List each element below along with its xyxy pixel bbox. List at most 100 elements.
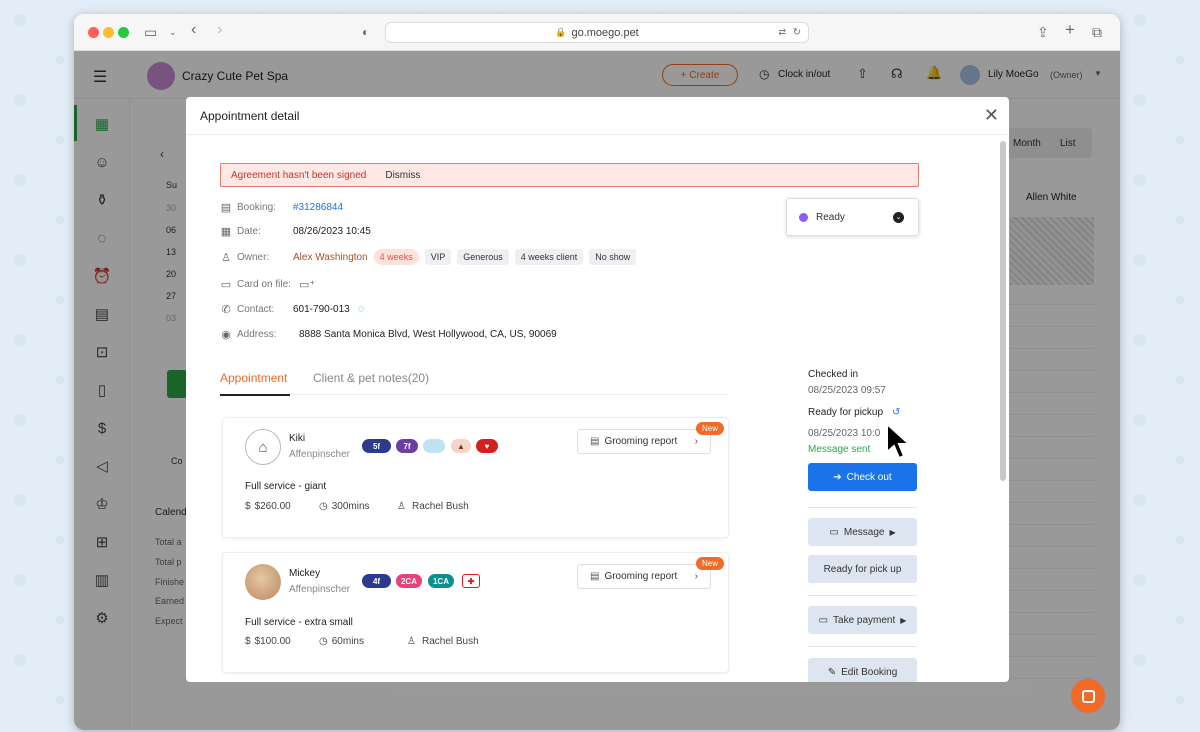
edit-booking-button[interactable]: ✎ Edit Booking — [808, 658, 917, 682]
new-badge: New — [696, 557, 724, 570]
report-icon: ▤ — [590, 571, 600, 582]
grooming-report-button[interactable]: ▤ Grooming report › — [577, 429, 711, 454]
dismiss-button[interactable]: Dismiss — [385, 170, 420, 181]
browser-toolbar: ▭ ⌄ ‹ › ◐ 🔒 go.moego.pet ⇄ ↻ ⇪ + ⧉ — [74, 14, 1120, 51]
service-staff: ♙ Rachel Bush — [397, 501, 469, 512]
service-price: $ $100.00 — [245, 636, 291, 647]
date-row: ▦ Date: 08/26/2023 10:45 — [220, 223, 371, 239]
zoom-window-button[interactable] — [118, 27, 129, 38]
pet-code-chip: 4f — [362, 574, 391, 588]
pet-name[interactable]: Mickey — [289, 568, 320, 579]
contact-label: Contact: — [237, 303, 275, 315]
poop-icon: ▲ — [451, 439, 471, 453]
grooming-report-label: Grooming report — [604, 436, 678, 447]
clock-icon: ◷ — [319, 501, 328, 512]
pet-name[interactable]: Kiki — [289, 433, 305, 444]
sidebar-toggle-icon[interactable]: ▭ — [144, 23, 157, 41]
pet-code-chip: 5f — [362, 439, 391, 453]
active-tab-underline — [220, 394, 290, 396]
price-value: $260.00 — [254, 501, 291, 512]
tab-appointment[interactable]: Appointment — [220, 371, 287, 385]
close-icon[interactable]: ✕ — [984, 106, 999, 124]
owner-name-link[interactable]: Alex Washington — [293, 252, 368, 263]
owner-label: Owner: — [237, 251, 270, 263]
alert-text: Agreement hasn't been signed — [231, 169, 367, 181]
app-root: ☰ Crazy Cute Pet Spa + Create ◷ Clock in… — [74, 51, 1120, 730]
chat-bubble-icon — [1081, 689, 1095, 703]
address-row: ◉ Address: 8888 Santa Monica Blvd, West … — [220, 326, 557, 342]
chevron-down-icon: ⌄ — [893, 211, 904, 223]
back-icon[interactable]: ‹ — [191, 21, 196, 39]
detail-tabs: Appointment Client & pet notes(20) — [220, 367, 728, 396]
support-chat-button[interactable] — [1071, 679, 1105, 713]
minimize-window-button[interactable] — [103, 27, 114, 38]
share-icon[interactable]: ⇪ — [1037, 23, 1049, 41]
staff-name: Rachel Bush — [421, 636, 479, 647]
booking-label: Booking: — [237, 201, 276, 213]
clock-icon: ◷ — [319, 636, 328, 647]
horizontal-scrollbar[interactable] — [394, 686, 1034, 692]
service-duration: ◷ 60mins — [319, 636, 364, 647]
pet-avatar: ⌂ — [245, 429, 281, 465]
pet-code-icon-chip — [423, 439, 445, 453]
browser-window: ▭ ⌄ ‹ › ◐ 🔒 go.moego.pet ⇄ ↻ ⇪ + ⧉ ☰ Cra… — [74, 14, 1120, 730]
owner-row: ♙ Owner: Alex Washington 4 weeks VIP Gen… — [220, 249, 637, 265]
duration-value: 60mins — [331, 636, 364, 647]
chevron-right-icon: › — [694, 571, 698, 582]
sign-out-icon: ➔ — [833, 471, 842, 483]
reload-icon[interactable]: ↻ — [793, 27, 801, 38]
tabs-overview-icon[interactable]: ⧉ — [1092, 23, 1102, 41]
add-card-icon[interactable]: ▭⁺ — [299, 278, 315, 291]
edit-icon: ✎ — [827, 666, 837, 678]
modal-scrollbar[interactable] — [1000, 141, 1006, 481]
modal-title: Appointment detail — [200, 108, 300, 123]
address-bar[interactable]: 🔒 go.moego.pet ⇄ ↻ — [385, 22, 809, 43]
take-payment-button[interactable]: ▭ Take payment ▶ — [808, 606, 917, 634]
contact-value: 601-790-013 — [293, 303, 350, 315]
message-button[interactable]: ▭ Message ▶ — [808, 518, 917, 546]
shield-icon[interactable]: ◐ — [362, 23, 369, 41]
status-dropdown[interactable]: Ready ⌄ — [786, 198, 919, 236]
pet-avatar — [245, 564, 281, 600]
caret-right-icon: ▶ — [889, 527, 896, 537]
grooming-report-button[interactable]: ▤ Grooming report › — [577, 564, 711, 589]
credit-card-icon: ▭ — [220, 278, 232, 291]
ready-time: 08/25/2023 10:0 — [808, 428, 881, 439]
user-icon: ♙ — [407, 636, 416, 647]
phone-icon: ✆ — [221, 303, 231, 316]
undo-icon[interactable]: ↺ — [892, 407, 900, 418]
pet-breed: Affenpinscher — [289, 584, 350, 595]
staff-name: Rachel Bush — [411, 501, 469, 512]
close-window-button[interactable] — [88, 27, 99, 38]
message-label: Message — [843, 526, 885, 538]
url-text: go.moego.pet — [571, 26, 639, 39]
message-bubble-icon[interactable]: ◌ — [358, 303, 365, 315]
service-name: Full service - extra small — [245, 617, 353, 628]
check-out-button[interactable]: ➔ Check out — [808, 463, 917, 491]
price-value: $100.00 — [254, 636, 291, 647]
user-icon: ♙ — [221, 251, 231, 264]
edit-booking-label: Edit Booking — [841, 666, 898, 678]
booking-number-link[interactable]: #31286844 — [293, 202, 343, 213]
pet-service-card: Mickey Affenpinscher 4f 2CA 1CA ✚ ▤ Groo… — [222, 552, 729, 673]
tab-client-pet-notes[interactable]: Client & pet notes(20) — [313, 371, 429, 385]
owner-tag: 4 weeks — [373, 249, 419, 265]
service-staff: ♙ Rachel Bush — [407, 636, 479, 647]
pet-breed: Affenpinscher — [289, 449, 350, 460]
service-duration: ◷ 300mins — [319, 501, 370, 512]
user-icon: ♙ — [397, 501, 406, 512]
translate-icon[interactable]: ⇄ — [778, 27, 786, 38]
ready-for-pick-up-button[interactable]: Ready for pick up — [808, 555, 917, 583]
chevron-down-icon[interactable]: ⌄ — [169, 23, 177, 41]
owner-tag: 4 weeks client — [514, 249, 584, 265]
service-price: $ $260.00 — [245, 501, 291, 512]
forward-icon[interactable]: › — [217, 21, 222, 39]
new-tab-icon[interactable]: + — [1065, 21, 1075, 39]
calendar-icon: ▦ — [220, 225, 232, 238]
ready-for-pick-up-label: Ready for pick up — [823, 563, 902, 575]
owner-tag: Generous — [457, 249, 509, 265]
owner-tag: VIP — [424, 249, 452, 265]
heart-icon: ♥ — [476, 439, 498, 453]
date-label: Date: — [237, 225, 261, 237]
caret-right-icon: ▶ — [900, 615, 907, 625]
